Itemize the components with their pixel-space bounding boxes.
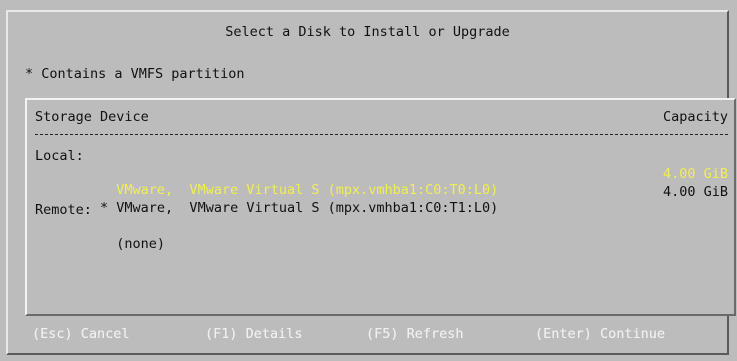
key-hints: (Esc) Cancel (F1) Details (F5) Refresh (… [8, 326, 727, 346]
header-separator [35, 134, 728, 135]
continue-key[interactable]: (Enter) Continue [535, 326, 665, 342]
disk-row-device: (none) [100, 236, 166, 252]
disk-list[interactable]: Storage Device Capacity Local: VMware, V… [25, 98, 736, 316]
dialog-title: Select a Disk to Install or Upgrade [225, 24, 510, 40]
disk-row-local-0[interactable]: VMware, VMware Virtual S (mpx.vmhba1:C0:… [35, 166, 728, 198]
storage-device-header: Storage Device [35, 109, 149, 125]
disk-row-capacity: 4.00 GiB [662, 166, 728, 182]
details-key[interactable]: (F1) Details [205, 326, 303, 342]
local-group-label: Local: [35, 148, 84, 164]
disk-row-device: * VMware, VMware Virtual S (mpx.vmhba1:C… [100, 200, 499, 216]
disk-row-remote-0: (none) [35, 220, 728, 252]
vmfs-legend: * Contains a VMFS partition [25, 66, 245, 82]
disk-row-capacity: 4.00 GiB [662, 184, 728, 200]
disk-row-local-1[interactable]: * VMware, VMware Virtual S (mpx.vmhba1:C… [35, 184, 728, 216]
installer-screen: Select a Disk to Install or Upgrade * Co… [0, 0, 737, 361]
select-disk-dialog: Select a Disk to Install or Upgrade * Co… [6, 10, 736, 355]
cancel-key[interactable]: (Esc) Cancel [32, 326, 130, 342]
remote-group-label: Remote: [35, 202, 92, 218]
refresh-key[interactable]: (F5) Refresh [366, 326, 464, 342]
capacity-header: Capacity [662, 109, 728, 125]
